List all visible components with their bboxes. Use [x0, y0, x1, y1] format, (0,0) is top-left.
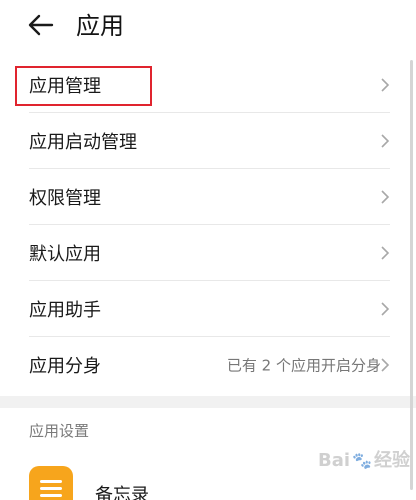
- header: 应用: [0, 0, 416, 52]
- row-label: 应用启动管理: [29, 132, 137, 153]
- row-value: 已有 2 个应用开启分身: [226, 356, 381, 375]
- chevron-right-icon: [381, 358, 390, 372]
- notepad-icon: [29, 466, 73, 500]
- chevron-right-icon: [381, 246, 390, 260]
- row-label: 应用分身: [29, 356, 101, 377]
- chevron-right-icon: [381, 134, 390, 148]
- app-options-list: 应用管理 应用启动管理 权限管理 默认应用 应用助手 应用分身 已有 2 个应用…: [0, 57, 416, 393]
- section-separator: [0, 396, 416, 408]
- baidu-watermark: Bai 🐾 经验: [318, 450, 410, 471]
- scrollbar[interactable]: [410, 60, 413, 490]
- row-label: 默认应用: [29, 244, 101, 265]
- chevron-right-icon: [381, 302, 390, 316]
- row-label: 权限管理: [29, 188, 101, 209]
- row-app-assistant[interactable]: 应用助手: [0, 281, 416, 337]
- row-app-management[interactable]: 应用管理: [0, 57, 416, 113]
- row-default-apps[interactable]: 默认应用: [0, 225, 416, 281]
- chevron-right-icon: [381, 78, 390, 92]
- row-label: 应用助手: [29, 300, 101, 321]
- arrow-left-icon: [28, 14, 54, 36]
- page-title: 应用: [76, 12, 124, 40]
- app-settings-screen: 应用 应用管理 应用启动管理 权限管理 默认应用 应用助手 应用分身 已有 2 …: [0, 0, 416, 500]
- app-name: 备忘录: [95, 485, 149, 500]
- row-label: 应用管理: [29, 76, 101, 97]
- row-app-twin[interactable]: 应用分身 已有 2 个应用开启分身: [0, 337, 416, 393]
- paw-icon: 🐾: [352, 451, 372, 470]
- section-title: 应用设置: [29, 422, 90, 440]
- row-app-launch-management[interactable]: 应用启动管理: [0, 113, 416, 169]
- back-button[interactable]: [26, 8, 56, 42]
- row-permission-management[interactable]: 权限管理: [0, 169, 416, 225]
- chevron-right-icon: [381, 190, 390, 204]
